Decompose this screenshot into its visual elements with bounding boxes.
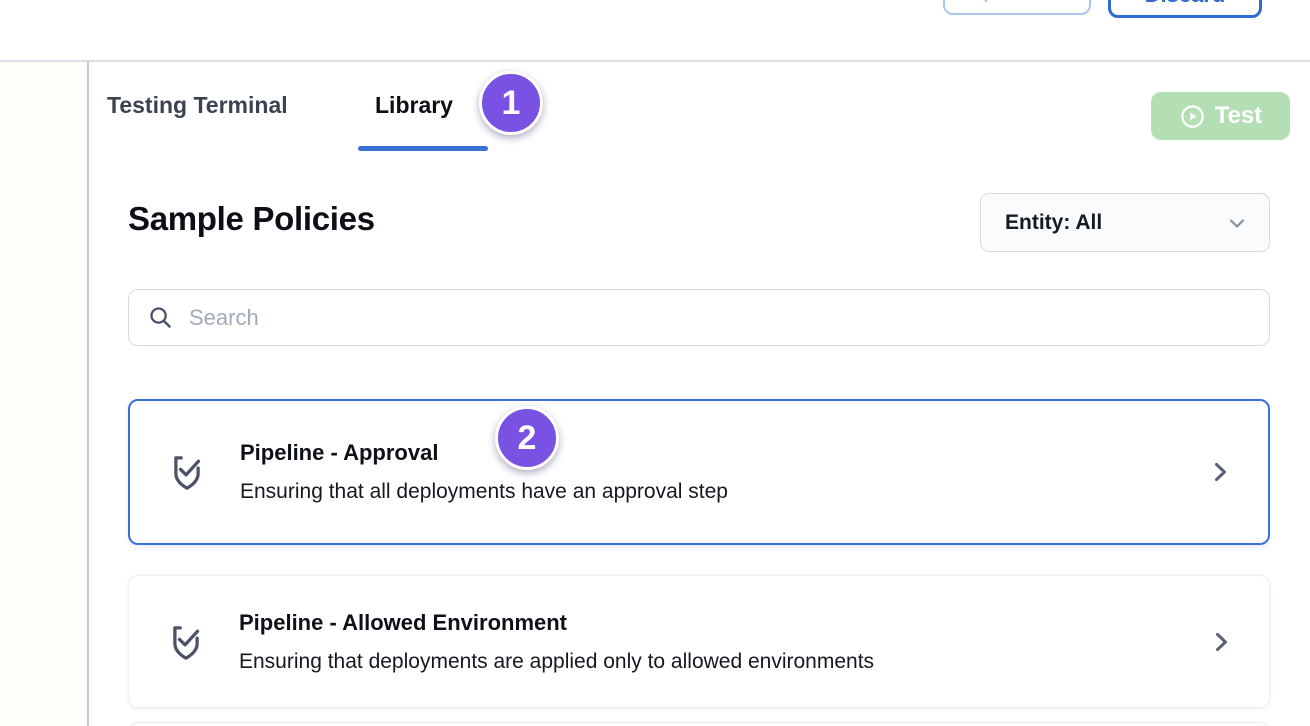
left-sidebar-strip xyxy=(0,62,89,726)
policy-description: Ensuring that all deployments have an ap… xyxy=(240,480,728,504)
policy-title: Pipeline - Allowed Environment xyxy=(239,610,874,636)
top-bar: Save Discard xyxy=(0,0,1310,62)
chevron-down-icon xyxy=(1225,211,1249,235)
policy-card-pipeline-approval[interactable]: Pipeline - Approval Ensuring that all de… xyxy=(128,399,1270,545)
policy-title: Pipeline - Approval xyxy=(240,440,728,466)
shield-check-icon xyxy=(163,619,209,665)
annotation-badge-2: 2 xyxy=(495,406,559,470)
discard-button[interactable]: Discard xyxy=(1108,0,1262,18)
save-button[interactable]: Save xyxy=(943,0,1091,15)
tab-library[interactable]: Library xyxy=(375,92,453,119)
search-input[interactable] xyxy=(189,305,1251,331)
plus-icon xyxy=(976,0,996,3)
active-tab-underline xyxy=(358,146,488,151)
policy-card-text: Pipeline - Allowed Environment Ensuring … xyxy=(239,610,874,674)
test-button[interactable]: Test xyxy=(1151,92,1290,140)
search-box[interactable] xyxy=(128,289,1270,346)
policy-card-text: Pipeline - Approval Ensuring that all de… xyxy=(240,440,728,504)
discard-button-label: Discard xyxy=(1145,0,1226,8)
policy-card-pipeline-allowed-environment[interactable]: Pipeline - Allowed Environment Ensuring … xyxy=(128,575,1270,708)
page-title: Sample Policies xyxy=(128,200,375,238)
chevron-right-icon[interactable] xyxy=(1206,458,1234,486)
screen: Save Discard Testing Terminal Library 1 … xyxy=(0,0,1310,726)
play-circle-icon xyxy=(1179,103,1206,130)
test-button-label: Test xyxy=(1215,102,1263,130)
entity-filter-value: Entity: All xyxy=(1005,211,1102,235)
tab-testing-terminal[interactable]: Testing Terminal xyxy=(107,92,288,119)
policy-description: Ensuring that deployments are applied on… xyxy=(239,650,874,674)
save-button-label: Save xyxy=(1006,0,1057,6)
search-icon xyxy=(147,304,174,331)
annotation-badge-1: 1 xyxy=(479,71,543,135)
chevron-right-icon[interactable] xyxy=(1207,628,1235,656)
shield-check-icon xyxy=(164,449,210,495)
entity-filter-dropdown[interactable]: Entity: All xyxy=(980,193,1270,252)
policy-card-partial[interactable] xyxy=(128,722,1270,726)
